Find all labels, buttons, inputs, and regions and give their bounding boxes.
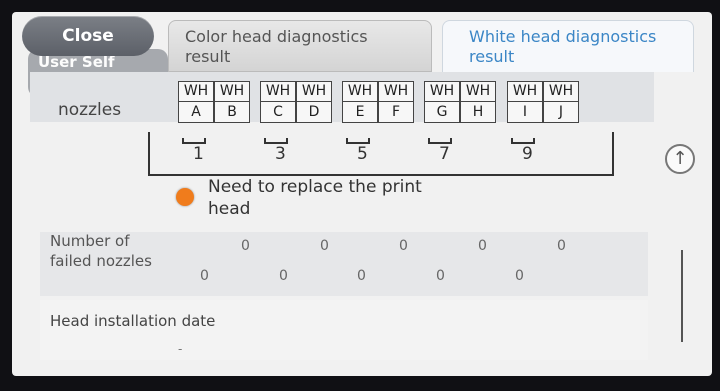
head-letter-label: D — [308, 104, 320, 120]
head-letter-label: H — [472, 104, 484, 120]
head-letter-label: F — [391, 104, 401, 120]
head-cell: WH C — [260, 81, 296, 123]
head-cell: WH A — [178, 81, 214, 123]
head-installation-value: - — [178, 342, 183, 356]
head-cell: WH I — [507, 81, 543, 123]
head-type-label: WH — [297, 82, 331, 102]
head-installation-label: Head installation date — [50, 312, 216, 330]
failed-count-h: 0 — [478, 238, 487, 254]
failed-count-f: 0 — [399, 238, 408, 254]
head-type-label: WH — [343, 82, 377, 102]
scrollbar[interactable] — [681, 250, 683, 342]
tab-white-head-diagnostics[interactable]: White head diagnostics result — [442, 20, 694, 72]
head-type-label: WH — [461, 82, 495, 102]
head-cell: WH J — [543, 81, 579, 123]
head-pair-4: WH G WH H — [424, 81, 496, 123]
arrow-up-circle-icon[interactable]: ↑ — [665, 144, 695, 174]
failed-count-b: 0 — [241, 238, 250, 254]
failed-count-j: 0 — [557, 238, 566, 254]
head-letter-label: C — [273, 104, 283, 120]
head-type-label: WH — [508, 82, 542, 102]
failed-count-g: 0 — [436, 268, 445, 284]
status-message: Need to replace the print head — [208, 177, 422, 219]
head-cell: WH E — [342, 81, 378, 123]
failed-count-c: 0 — [279, 268, 288, 284]
head-letter-label: A — [191, 104, 201, 120]
head-type-label: WH — [544, 82, 578, 102]
head-letter-label: G — [436, 104, 448, 120]
head-letter-label: B — [227, 104, 237, 120]
failed-count-i: 0 — [515, 268, 524, 284]
nozzles-label: nozzles — [58, 100, 122, 120]
head-cell: WH H — [460, 81, 496, 123]
head-letter-label: E — [355, 104, 365, 120]
head-type-label: WH — [215, 82, 249, 102]
head-pair-5: WH I WH J — [507, 81, 579, 123]
head-pair-3: WH E WH F — [342, 81, 414, 123]
head-type-label: WH — [425, 82, 459, 102]
head-type-label: WH — [179, 82, 213, 102]
head-pair-1: WH A WH B — [178, 81, 250, 123]
head-installation-row — [40, 300, 648, 360]
head-letter-label: I — [522, 104, 528, 120]
status-indicator-icon — [176, 188, 194, 206]
head-type-label: WH — [261, 82, 295, 102]
failed-nozzles-label: Number of failed nozzles — [50, 232, 152, 270]
failed-count-d: 0 — [320, 238, 329, 254]
head-group-bracket — [148, 132, 614, 176]
head-cell: WH D — [296, 81, 332, 123]
head-type-label: WH — [379, 82, 413, 102]
head-letter-label: J — [558, 104, 564, 120]
head-pair-2: WH C WH D — [260, 81, 332, 123]
close-button[interactable]: Close — [22, 16, 154, 56]
head-cell: WH B — [214, 81, 250, 123]
failed-count-e: 0 — [357, 268, 366, 284]
head-cell: WH G — [424, 81, 460, 123]
failed-count-a: 0 — [200, 268, 209, 284]
tab-color-head-diagnostics[interactable]: Color head diagnostics result — [168, 20, 432, 72]
head-cell: WH F — [378, 81, 414, 123]
